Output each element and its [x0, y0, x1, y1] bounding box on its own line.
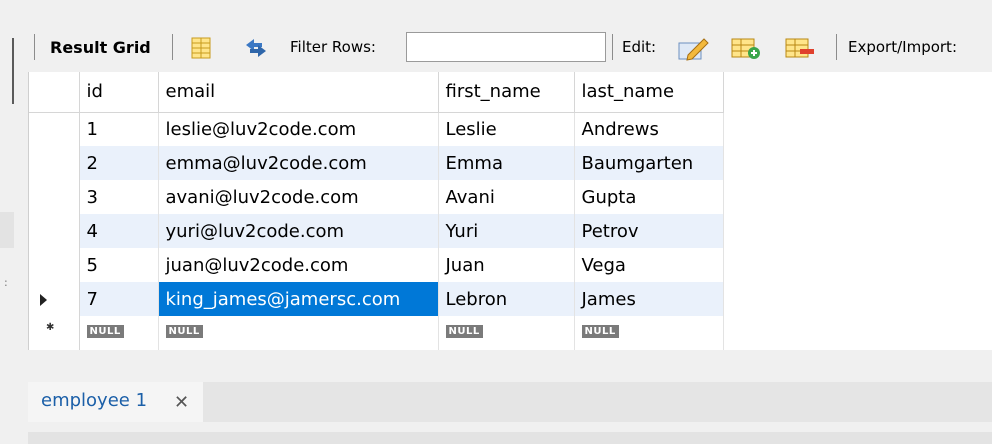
export-import-label: Export/Import: — [848, 38, 957, 56]
add-row-icon[interactable] — [730, 35, 762, 61]
cell-email-selected[interactable]: king_james@jamersc.com — [158, 282, 439, 316]
table-row-selected[interactable]: 7 king_james@jamersc.com Lebron James — [29, 282, 724, 316]
table-row[interactable]: 3 avani@luv2code.com Avani Gupta — [29, 180, 724, 214]
result-grid: id email first_name last_name 1 leslie@l… — [28, 72, 992, 350]
left-panel-border — [0, 38, 14, 104]
null-badge: NULL — [581, 325, 619, 338]
result-toolbar: Result Grid Filter Rows: Edit: Export/Im… — [28, 26, 992, 70]
toolbar-separator — [172, 34, 173, 60]
cell-first-name[interactable]: Emma — [438, 146, 575, 180]
toolbar-separator — [836, 34, 837, 60]
edit-pencil-icon[interactable] — [676, 35, 712, 61]
table-row[interactable]: 5 juan@luv2code.com Juan Vega — [29, 248, 724, 282]
cell-id[interactable]: 4 — [79, 214, 159, 248]
cell-id[interactable]: 7 — [79, 282, 159, 316]
cell-last-name[interactable]: Petrov — [574, 214, 724, 248]
column-header-first-name[interactable]: first_name — [438, 72, 575, 113]
cell-email[interactable]: yuri@luv2code.com — [158, 214, 439, 248]
cell-first-name[interactable]: Avani — [438, 180, 575, 214]
toolbar-separator — [34, 34, 35, 60]
row-header[interactable] — [29, 214, 80, 248]
table-row[interactable]: 2 emma@luv2code.com Emma Baumgarten — [29, 146, 724, 180]
new-row-star-icon: ✱ — [46, 322, 55, 333]
left-panel-highlight — [0, 212, 14, 248]
cell-last-name[interactable]: James — [574, 282, 724, 316]
cell-email[interactable]: emma@luv2code.com — [158, 146, 439, 180]
column-header-email[interactable]: email — [158, 72, 439, 113]
result-tab-strip: employee 1 ✕ — [28, 382, 992, 422]
cell-email[interactable]: juan@luv2code.com — [158, 248, 439, 282]
form-view-icon[interactable] — [188, 35, 214, 61]
cell-email[interactable]: leslie@luv2code.com — [158, 112, 439, 146]
delete-row-icon[interactable] — [784, 35, 816, 61]
cell-first-name-new[interactable]: NULL — [438, 316, 575, 350]
result-grid-label[interactable]: Result Grid — [50, 38, 151, 57]
new-row[interactable]: ✱ NULL NULL NULL NULL — [29, 316, 724, 350]
table-row[interactable]: 4 yuri@luv2code.com Yuri Petrov — [29, 214, 724, 248]
row-header[interactable] — [29, 146, 80, 180]
cell-email-new[interactable]: NULL — [158, 316, 439, 350]
edit-label: Edit: — [622, 38, 657, 56]
left-panel-marker: : — [4, 276, 8, 289]
row-header[interactable] — [29, 180, 80, 214]
left-panel-edge: : — [0, 0, 14, 444]
cell-first-name[interactable]: Leslie — [438, 112, 575, 146]
cell-first-name[interactable]: Juan — [438, 248, 575, 282]
cell-id[interactable]: 1 — [79, 112, 159, 146]
cell-email[interactable]: avani@luv2code.com — [158, 180, 439, 214]
current-row-arrow-icon — [40, 294, 47, 306]
row-header-corner — [29, 72, 80, 113]
cell-last-name[interactable]: Vega — [574, 248, 724, 282]
tab-employee-1[interactable]: employee 1 ✕ — [28, 382, 203, 422]
refresh-icon[interactable] — [240, 35, 272, 61]
null-badge: NULL — [165, 325, 203, 338]
cell-first-name[interactable]: Yuri — [438, 214, 575, 248]
cell-id[interactable]: 3 — [79, 180, 159, 214]
close-icon[interactable]: ✕ — [174, 392, 189, 413]
column-header-last-name[interactable]: last_name — [574, 72, 724, 113]
cell-id[interactable]: 2 — [79, 146, 159, 180]
cell-last-name[interactable]: Baumgarten — [574, 146, 724, 180]
null-badge: NULL — [86, 325, 124, 338]
row-header[interactable] — [29, 112, 80, 146]
table-row[interactable]: 1 leslie@luv2code.com Leslie Andrews — [29, 112, 724, 146]
cell-id-new[interactable]: NULL — [79, 316, 159, 350]
row-header[interactable] — [29, 248, 80, 282]
cell-last-name-new[interactable]: NULL — [574, 316, 724, 350]
tab-label: employee 1 — [41, 390, 148, 411]
cell-id[interactable]: 5 — [79, 248, 159, 282]
null-badge: NULL — [445, 325, 483, 338]
column-header-id[interactable]: id — [79, 72, 159, 113]
toolbar-separator — [612, 34, 613, 60]
filter-rows-input[interactable] — [406, 32, 606, 62]
row-header-new[interactable]: ✱ — [29, 316, 80, 350]
row-header-current[interactable] — [29, 282, 80, 316]
bottom-bar — [28, 432, 992, 444]
filter-rows-label: Filter Rows: — [290, 38, 376, 56]
data-table: id email first_name last_name 1 leslie@l… — [29, 72, 724, 350]
cell-first-name[interactable]: Lebron — [438, 282, 575, 316]
cell-last-name[interactable]: Andrews — [574, 112, 724, 146]
cell-last-name[interactable]: Gupta — [574, 180, 724, 214]
